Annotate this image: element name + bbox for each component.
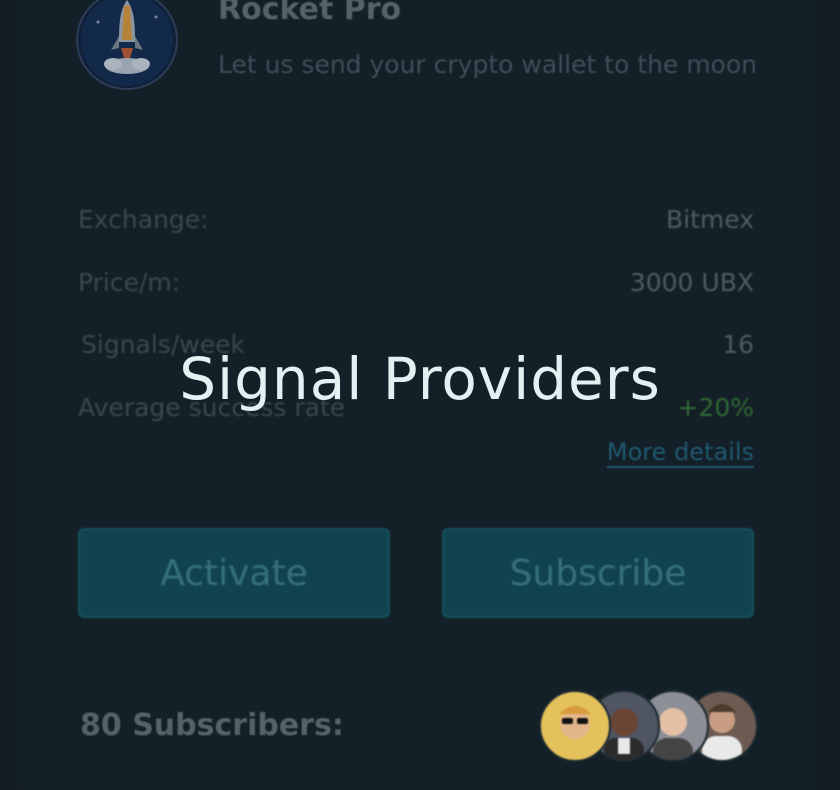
exchange-value: Bitmex [666,205,754,234]
rocket-icon [81,0,173,86]
page-title: Signal Providers [179,345,661,413]
price-value: 3000 UBX [629,268,754,297]
subscribers-count: 80 Subscribers: [80,708,344,743]
activate-button[interactable]: Activate [78,528,390,618]
subscriber-avatar[interactable] [539,690,611,762]
provider-name: Rocket Pro [218,0,402,27]
exchange-label: Exchange: [78,205,209,234]
subscribe-button[interactable]: Subscribe [442,528,754,618]
more-details-link[interactable]: More details [606,438,754,468]
price-label: Price/m: [78,268,181,297]
provider-tagline: Let us send your crypto wallet to the mo… [218,50,757,79]
